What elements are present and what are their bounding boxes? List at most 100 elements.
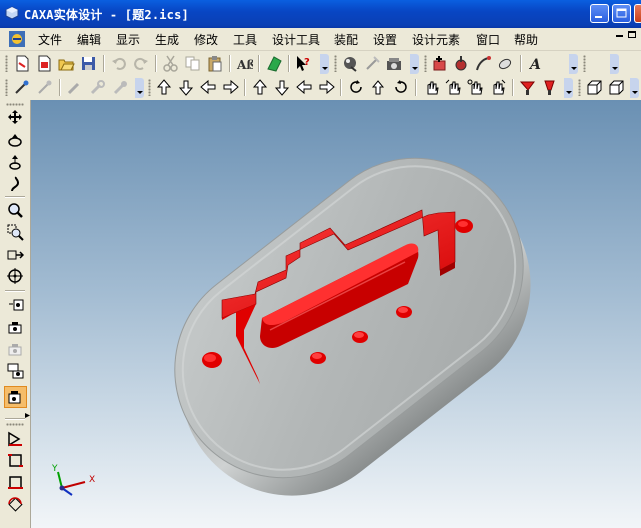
menu-window[interactable]: 窗口	[476, 31, 500, 48]
rotate-box-icon[interactable]	[7, 496, 24, 513]
arrow-up-small-icon[interactable]	[370, 79, 387, 96]
smart-rendering-icon[interactable]	[342, 55, 359, 72]
light2-icon[interactable]	[541, 79, 558, 96]
dynamic-rotate-icon[interactable]	[7, 154, 24, 171]
zoom-window-icon[interactable]	[7, 224, 24, 241]
mdi-restore-button[interactable]	[628, 31, 636, 38]
axis-x-label: X	[89, 475, 95, 485]
arrow-left-icon[interactable]	[200, 79, 217, 96]
font-icon[interactable]: Aß	[236, 55, 253, 72]
pen-icon[interactable]	[36, 79, 53, 96]
menu-help[interactable]: 帮助	[514, 31, 538, 48]
menu-file[interactable]: 文件	[38, 31, 62, 48]
draw-2d-icon[interactable]	[7, 430, 24, 447]
svg-text:A: A	[528, 57, 541, 72]
menu-tools[interactable]: 工具	[233, 31, 257, 48]
spanner-icon[interactable]	[89, 79, 106, 96]
svg-text:Aß: Aß	[236, 58, 253, 72]
move-down-icon[interactable]	[274, 79, 291, 96]
tool-wizard-icon[interactable]	[364, 55, 381, 72]
document-icon[interactable]	[8, 30, 26, 48]
pin-3[interactable]	[396, 306, 412, 318]
mdi-minimize-button[interactable]	[616, 35, 623, 37]
close-button[interactable]	[634, 4, 641, 23]
menu-design-tools[interactable]: 设计工具	[272, 31, 320, 48]
box-view2-icon[interactable]	[608, 79, 625, 96]
paste-icon[interactable]	[206, 55, 223, 72]
box-icon[interactable]	[7, 474, 24, 491]
toolbar-overflow-button[interactable]	[320, 54, 329, 74]
move-right-icon[interactable]	[318, 79, 335, 96]
hole-left[interactable]	[202, 352, 222, 368]
new-icon[interactable]	[14, 55, 31, 72]
model-canvas[interactable]: X Y	[31, 100, 641, 528]
camera-icon[interactable]	[7, 296, 24, 313]
pick-icon[interactable]	[13, 79, 30, 96]
visualization-button-active[interactable]	[4, 386, 27, 408]
move-up-icon[interactable]	[252, 79, 269, 96]
toolbar-grip[interactable]	[5, 55, 8, 72]
rotate-tool-icon[interactable]	[475, 55, 492, 72]
pan-icon[interactable]	[7, 109, 24, 126]
hand-icon[interactable]	[423, 79, 440, 96]
hand3-icon[interactable]	[467, 79, 484, 96]
rotate-cw-icon[interactable]	[392, 79, 409, 96]
menu-design-elements[interactable]: 设计元素	[412, 31, 460, 48]
maximize-icon	[616, 8, 627, 18]
menu-bar: 文件 编辑 显示 生成 修改 工具 设计工具 装配 设置 设计元素 窗口 帮助	[0, 28, 641, 51]
redo-icon[interactable]	[132, 55, 149, 72]
arrow-up-icon[interactable]	[156, 79, 173, 96]
left-toolbar	[0, 100, 31, 528]
look-at-icon[interactable]	[7, 246, 24, 263]
save-icon[interactable]	[80, 55, 97, 72]
copy-icon[interactable]	[184, 55, 201, 72]
menu-modify[interactable]: 修改	[194, 31, 218, 48]
cut-icon[interactable]	[162, 55, 179, 72]
arrow-down-icon[interactable]	[178, 79, 195, 96]
pin-2[interactable]	[352, 331, 368, 343]
maximize-button[interactable]	[612, 4, 631, 23]
zoom-icon[interactable]	[7, 202, 24, 219]
orbit-icon[interactable]	[7, 132, 24, 149]
camera3-icon[interactable]	[7, 340, 24, 357]
menu-view[interactable]: 显示	[116, 31, 140, 48]
generate-icon[interactable]	[453, 55, 470, 72]
base-plate[interactable]	[131, 115, 575, 528]
app-icon	[5, 6, 19, 20]
undo-icon[interactable]	[111, 55, 128, 72]
visualization-icon	[8, 391, 21, 404]
camera4-icon[interactable]	[7, 362, 24, 379]
hole-right[interactable]	[455, 219, 473, 233]
target-icon[interactable]	[7, 268, 24, 285]
help-pointer-icon[interactable]: ?	[295, 55, 312, 72]
minimize-button[interactable]	[590, 4, 609, 23]
walk-icon[interactable]	[7, 176, 24, 193]
light-icon[interactable]	[519, 79, 536, 96]
new-template-icon[interactable]	[36, 55, 53, 72]
expand-arrow-icon[interactable]	[25, 413, 30, 418]
rect-icon[interactable]	[7, 452, 24, 469]
design-viewport[interactable]: X Y	[31, 100, 641, 528]
pin-1[interactable]	[310, 352, 326, 364]
move-left-icon[interactable]	[296, 79, 313, 96]
rotate-ccw-icon[interactable]	[348, 79, 365, 96]
open-icon[interactable]	[58, 55, 75, 72]
tag-icon[interactable]	[112, 79, 129, 96]
menu-edit[interactable]: 编辑	[77, 31, 101, 48]
insert-part-icon[interactable]	[266, 55, 283, 72]
box-view-icon[interactable]	[586, 79, 603, 96]
surface-icon[interactable]	[497, 55, 514, 72]
hand4-icon[interactable]	[489, 79, 506, 96]
text-icon[interactable]: A	[527, 55, 544, 72]
menu-generate[interactable]: 生成	[155, 31, 179, 48]
menu-assembly[interactable]: 装配	[334, 31, 358, 48]
hand2-icon[interactable]	[445, 79, 462, 96]
arrow-right-icon[interactable]	[222, 79, 239, 96]
measure-icon[interactable]	[66, 79, 83, 96]
title-bar: CAXA实体设计 - [题2.ics]	[0, 0, 641, 28]
render-icon[interactable]	[386, 55, 403, 72]
camera2-icon[interactable]	[7, 318, 24, 335]
menu-settings[interactable]: 设置	[373, 31, 397, 48]
standard-parts-icon[interactable]	[431, 55, 448, 72]
minimize-icon	[595, 16, 602, 18]
